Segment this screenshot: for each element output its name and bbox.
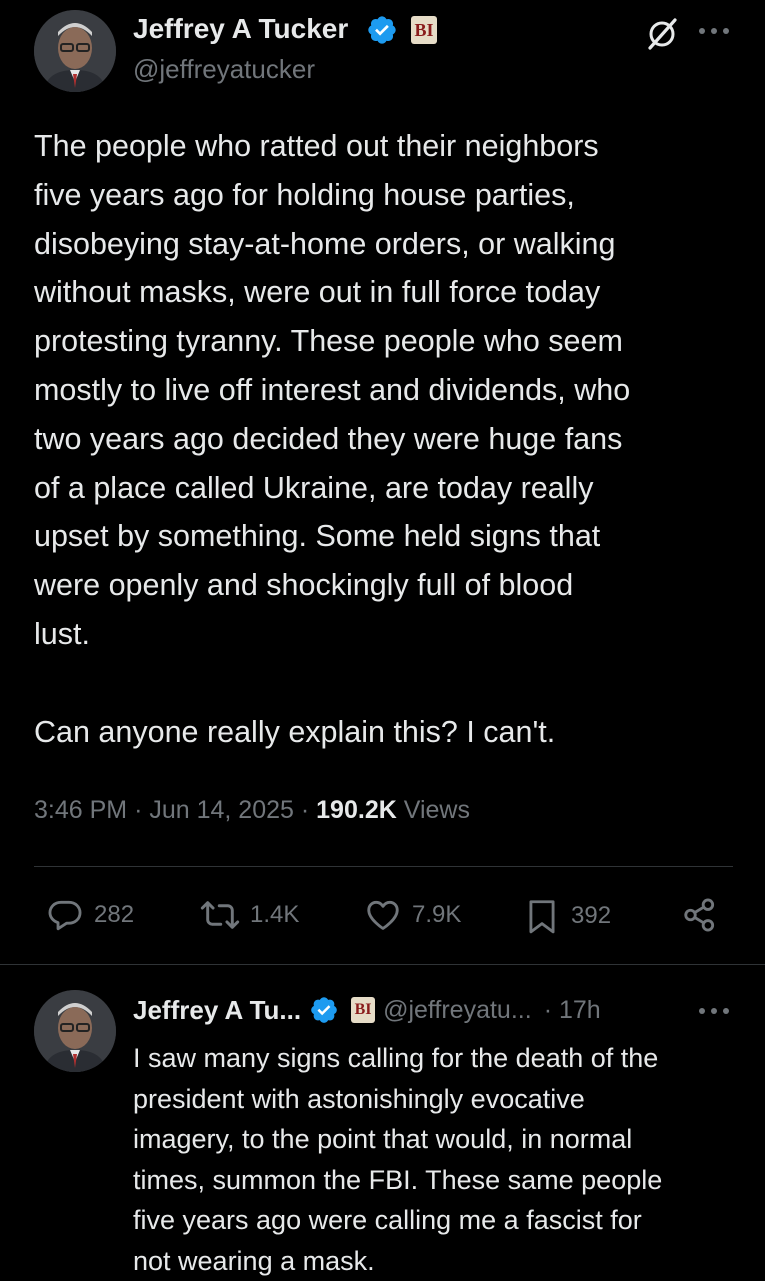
like-button[interactable]: 7.9K xyxy=(364,896,461,934)
bookmark-count: 392 xyxy=(571,902,612,929)
repost-count: 1.4K xyxy=(250,901,300,928)
repost-button[interactable]: 1.4K xyxy=(200,896,299,934)
reply-count: 282 xyxy=(94,901,135,928)
avatar[interactable] xyxy=(34,10,116,92)
like-icon xyxy=(367,900,399,930)
avatar-image xyxy=(34,10,116,92)
author-name[interactable]: Jeffrey A Tucker xyxy=(133,12,348,46)
author-name[interactable]: Jeffrey A Tu... xyxy=(133,995,301,1026)
tweet-date[interactable]: Jun 14, 2025 xyxy=(149,796,294,824)
tweet-text: The people who ratted out their neighbor… xyxy=(34,129,631,749)
divider xyxy=(34,866,733,867)
more-icon[interactable] xyxy=(697,24,731,38)
meta-separator: · xyxy=(300,796,310,824)
tweet-time[interactable]: 3:46 PM xyxy=(34,796,127,824)
reply-text: I saw many signs calling for the death o… xyxy=(133,1043,663,1276)
reply-button[interactable]: 282 xyxy=(46,896,134,934)
affiliation-badge[interactable]: BI xyxy=(351,997,376,1023)
bookmark-button[interactable]: 392 xyxy=(523,896,611,936)
bookmark-icon xyxy=(529,900,555,934)
reply-icon xyxy=(48,900,82,931)
reply-time[interactable]: · 17h xyxy=(544,996,601,1025)
views-count: 190.2K xyxy=(316,796,397,824)
share-icon[interactable] xyxy=(681,896,719,934)
author-handle[interactable]: @jeffreyatu... xyxy=(383,996,532,1025)
meta-separator: · xyxy=(134,796,143,824)
avatar[interactable] xyxy=(34,990,116,1072)
views-label: Views xyxy=(403,796,470,824)
avatar-image xyxy=(34,990,116,1072)
grok-icon[interactable] xyxy=(644,16,680,52)
reply-header: Jeffrey A Tu... BI @jeffreyatu... · 17h xyxy=(133,992,601,1028)
like-count: 7.9K xyxy=(412,901,462,928)
verified-icon xyxy=(311,997,337,1023)
verified-icon xyxy=(368,16,396,44)
affiliation-badge[interactable]: BI xyxy=(411,16,437,44)
repost-icon xyxy=(200,901,240,929)
tweet-metadata: 3:46 PM · Jun 14, 2025 · 190.2K Views xyxy=(34,793,470,827)
author-handle[interactable]: @jeffreyatucker xyxy=(133,53,315,85)
more-icon[interactable] xyxy=(697,1004,731,1018)
tweet-separator xyxy=(0,964,765,965)
